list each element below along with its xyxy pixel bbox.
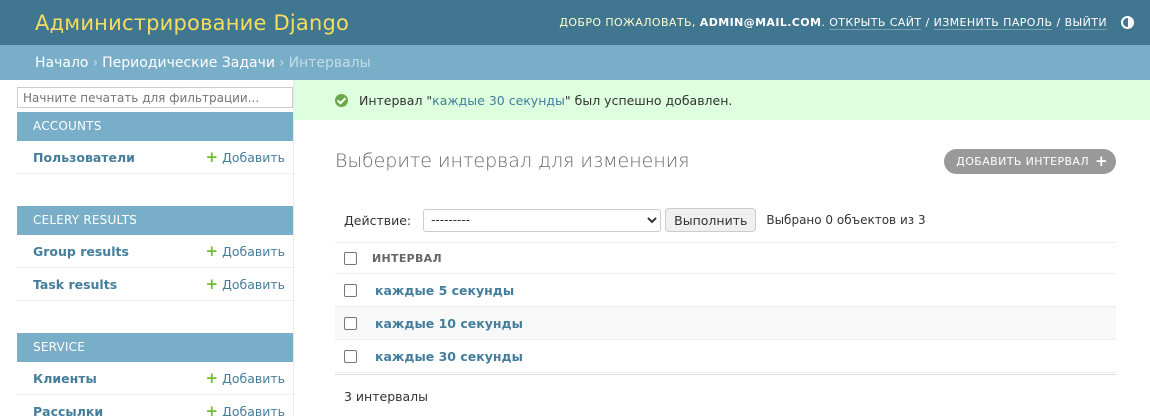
user-tools: ДОБРО ПОЖАЛОВАТЬ, ADMIN@MAIL.COM. ОТКРЫТ… [559, 16, 1134, 30]
module-caption[interactable]: ACCOUNTS [17, 112, 293, 141]
sidebar-model-row: Group results + Добавить [17, 235, 293, 268]
sidebar-model-row: Рассылки + Добавить [17, 395, 293, 416]
module-celery-results: CELERY RESULTS Group results + Добавить T… [17, 206, 293, 301]
plus-icon: + [205, 402, 219, 416]
nav-sidebar: ACCOUNTS Пользователи +Добавить CELERY R… [0, 80, 294, 416]
breadcrumb-current: Интервалы [288, 54, 371, 71]
select-all-checkbox[interactable] [344, 251, 357, 265]
plus-icon: + [205, 148, 219, 166]
add-group-result-link[interactable]: + Добавить [206, 242, 286, 260]
add-user-link[interactable]: + Добавить [206, 148, 286, 166]
logout-link[interactable]: ВЫЙТИ [1064, 16, 1107, 30]
action-select[interactable]: --------- [423, 208, 662, 232]
table-row: каждые 10 секунды [335, 307, 1116, 340]
add-task-result-link[interactable]: + Добавить [206, 275, 286, 293]
module-accounts: ACCOUNTS Пользователи + Добавить [17, 112, 293, 174]
table-header: ИНТЕРВАЛ [335, 243, 1116, 274]
row-checkbox[interactable] [344, 316, 357, 330]
message-text: Интервал "каждые 30 секунды" был успешно… [359, 92, 733, 108]
sidebar-filter-input[interactable] [17, 87, 293, 108]
selection-counter: Выбрано 0 объектов из 3 [766, 213, 926, 227]
plus-icon: + [1095, 152, 1108, 170]
sidebar-item-clients[interactable]: Клиенты [33, 371, 97, 386]
interval-link[interactable]: каждые 30 секунды [375, 349, 523, 364]
welcome-text: ДОБРО ПОЖАЛОВАТЬ, [559, 16, 696, 29]
sidebar-item-mailings[interactable]: Рассылки [33, 404, 103, 416]
plus-icon: + [205, 242, 219, 260]
sidebar-item-users[interactable]: Пользователи [33, 150, 135, 165]
header: Администрирование Django ДОБРО ПОЖАЛОВАТ… [0, 0, 1150, 45]
sidebar-item-task-results[interactable]: Task results [33, 277, 117, 292]
row-checkbox[interactable] [344, 283, 357, 297]
sidebar-model-row: Клиенты + Добавить [17, 362, 293, 395]
actions-bar: Действие: --------- Выполнить Выбрано 0 … [335, 202, 1116, 238]
row-checkbox[interactable] [344, 349, 357, 363]
message-object-link[interactable]: каждые 30 секунды [432, 93, 565, 108]
interval-link[interactable]: каждые 5 секунды [375, 283, 514, 298]
results-table: ИНТЕРВАЛ каждые 5 секунды каждые 10 секу… [335, 242, 1116, 373]
page-title: Выберите интервал для изменения [335, 150, 690, 172]
sidebar-item-group-results[interactable]: Group results [33, 244, 129, 259]
change-password-link[interactable]: ИЗМЕНИТЬ ПАРОЛЬ [933, 16, 1053, 30]
plus-icon: + [205, 369, 219, 387]
view-site-link[interactable]: ОТКРЫТЬ САЙТ [829, 16, 922, 30]
breadcrumb: Начало › Периодические Задачи › Интервал… [0, 45, 1150, 80]
module-caption[interactable]: CELERY RESULTS [17, 206, 293, 235]
username: ADMIN@MAIL.COM [699, 16, 822, 29]
module-service: SERVICE Клиенты + Добавить Рассылки + Доба… [17, 333, 293, 416]
action-label: Действие: [344, 212, 412, 228]
breadcrumb-home[interactable]: Начало [35, 55, 88, 71]
add-interval-button[interactable]: ДОБАВИТЬ ИНТЕРВАЛ + [944, 148, 1116, 174]
table-row: каждые 5 секунды [335, 274, 1116, 307]
plus-icon: + [205, 275, 219, 293]
breadcrumb-app[interactable]: Периодические Задачи [102, 55, 275, 71]
module-caption[interactable]: SERVICE [17, 333, 293, 362]
add-mailing-link[interactable]: + Добавить [206, 402, 286, 416]
site-branding[interactable]: Администрирование Django [35, 11, 349, 35]
add-client-link[interactable]: + Добавить [206, 369, 286, 387]
success-check-icon [335, 93, 348, 107]
paginator: 3 интервалы [335, 374, 1116, 416]
theme-toggle-icon[interactable] [1121, 16, 1134, 29]
table-row: каждые 30 секунды [335, 340, 1116, 373]
interval-link[interactable]: каждые 10 секунды [375, 316, 523, 331]
sidebar-model-row: Пользователи + Добавить [17, 141, 293, 174]
column-header-interval[interactable]: ИНТЕРВАЛ [372, 252, 442, 265]
success-message: Интервал "каждые 30 секунды" был успешно… [294, 80, 1150, 120]
sidebar-model-row: Task results + Добавить [17, 268, 293, 301]
run-action-button[interactable]: Выполнить [665, 208, 757, 232]
